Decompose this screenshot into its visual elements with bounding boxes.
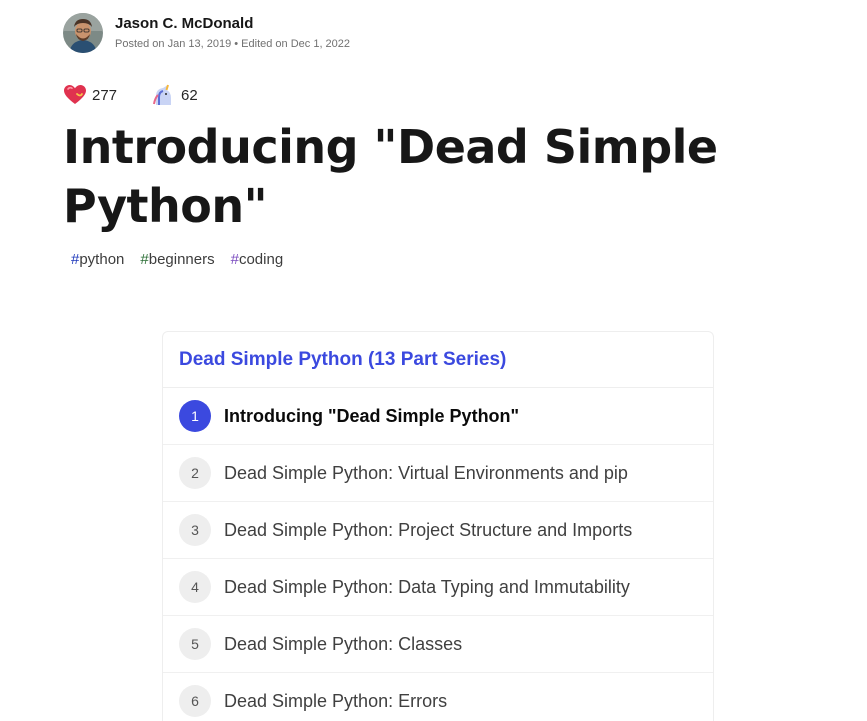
series-title[interactable]: Dead Simple Python (13 Part Series) [179,349,506,371]
tag-hash: # [140,251,149,268]
tag-list: #python #beginners #coding [63,248,291,271]
unicorn-icon [153,84,172,105]
post-date: Posted on Jan 13, 2019 • Edited on Dec 1… [115,38,351,50]
series-number: 4 [179,571,211,603]
reaction-heart[interactable]: 277 [63,84,117,106]
article-title: Introducing "Dead Simple Python" [63,120,718,233]
tag-python[interactable]: #python [63,248,132,271]
series-item-label: Dead Simple Python: Data Typing and Immu… [224,576,630,597]
series-item-5[interactable]: 5 Dead Simple Python: Classes [163,616,713,673]
tag-coding[interactable]: #coding [223,248,292,271]
series-box: Dead Simple Python (13 Part Series) 1 In… [162,331,714,721]
series-number: 1 [179,400,211,432]
series-number: 3 [179,514,211,546]
series-number: 6 [179,685,211,717]
series-item-4[interactable]: 4 Dead Simple Python: Data Typing and Im… [163,559,713,616]
author-text: Jason C. McDonald Posted on Jan 13, 2019… [115,14,350,52]
series-item-label: Dead Simple Python: Errors [224,690,448,711]
author-avatar[interactable] [63,13,103,53]
series-number: 5 [179,628,211,660]
reaction-unicorn[interactable]: 62 [152,84,198,106]
series-number: 2 [179,457,211,489]
tag-label: python [79,251,125,268]
series-item-2[interactable]: 2 Dead Simple Python: Virtual Environmen… [163,445,713,502]
tag-label: coding [238,251,284,268]
author-block: Jason C. McDonald Posted on Jan 13, 2019… [63,13,350,53]
series-item-label: Dead Simple Python: Project Structure an… [224,519,633,540]
series-item-3[interactable]: 3 Dead Simple Python: Project Structure … [163,502,713,559]
unicorn-count: 62 [181,86,198,104]
tag-label: beginners [148,251,215,268]
series-header: Dead Simple Python (13 Part Series) [163,332,713,388]
tag-beginners[interactable]: #beginners [132,248,222,271]
heart-icon [64,85,86,104]
tag-hash: # [230,251,239,268]
series-item-label: Dead Simple Python: Classes [224,633,463,654]
avatar-photo-icon [63,13,103,53]
author-name[interactable]: Jason C. McDonald [115,14,350,34]
heart-count: 277 [92,86,118,104]
series-item-1[interactable]: 1 Introducing "Dead Simple Python" [163,388,713,445]
series-item-6[interactable]: 6 Dead Simple Python: Errors [163,673,713,721]
reactions-bar: 277 62 [63,84,233,106]
series-item-label: Dead Simple Python: Virtual Environments… [224,462,628,483]
series-item-label: Introducing "Dead Simple Python" [224,405,520,426]
article-page: Jason C. McDonald Posted on Jan 13, 2019… [0,0,867,721]
